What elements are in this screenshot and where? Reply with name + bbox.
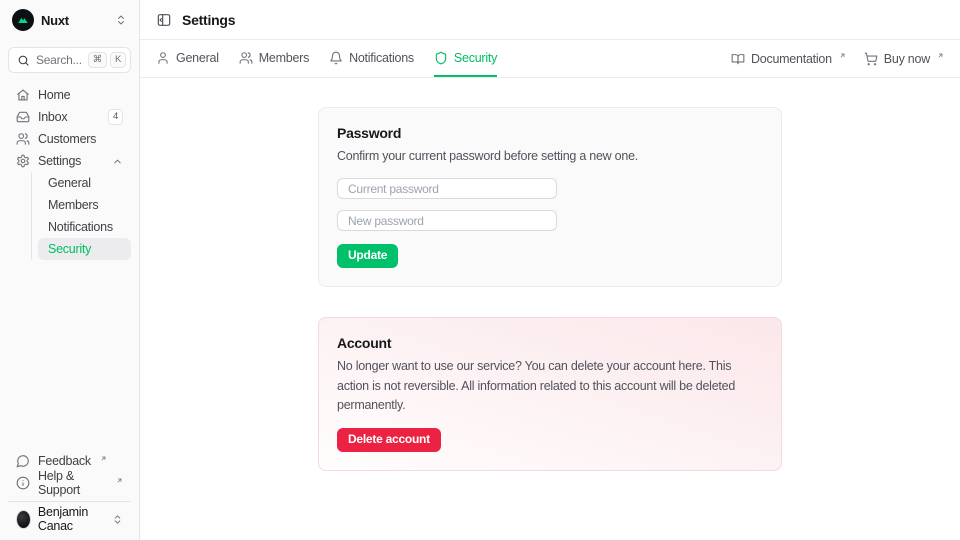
tab-general[interactable]: General (156, 40, 219, 77)
chat-bubble-icon (16, 454, 30, 468)
chevron-up-icon (112, 156, 123, 167)
buy-now-label: Buy now (884, 52, 930, 66)
sidebar-item-label: Notifications (48, 220, 113, 234)
tab-members[interactable]: Members (239, 40, 309, 77)
sidebar: Nuxt Search... ⌘ K Home (0, 0, 140, 540)
workspace-name: Nuxt (41, 13, 69, 28)
header-links: Documentation Buy now (731, 40, 944, 77)
sidebar-item-label: Customers (38, 132, 96, 146)
search-placeholder: Search... (36, 53, 82, 67)
new-password-field[interactable] (337, 210, 557, 231)
search-icon (17, 54, 30, 67)
users-icon (239, 51, 253, 65)
chevrons-up-down-icon (112, 514, 123, 525)
password-card-title: Password (337, 125, 763, 141)
sidebar-item-label: General (48, 176, 91, 190)
sidebar-item-label: Inbox (38, 110, 67, 124)
sidebar-item-notifications[interactable]: Notifications (38, 216, 131, 238)
external-link-icon (116, 477, 123, 484)
app-window: Nuxt Search... ⌘ K Home (0, 0, 960, 540)
sidebar-item-home[interactable]: Home (8, 84, 131, 106)
sidebar-item-label: Security (48, 242, 91, 256)
account-card-description: No longer want to use our service? You c… (337, 357, 763, 415)
book-open-icon (731, 52, 745, 66)
inbox-count-badge: 4 (108, 109, 123, 124)
tab-label: Notifications (349, 51, 414, 65)
bell-icon (329, 51, 343, 65)
user-name: Benjamin Canac (38, 505, 105, 533)
account-card: Account No longer want to use our servic… (318, 317, 782, 471)
page-header: Settings (140, 0, 960, 40)
customers-icon (16, 132, 30, 146)
sidebar-nav: Home Inbox 4 Customers Settings (0, 84, 139, 260)
settings-security-content: Password Confirm your current password b… (140, 78, 960, 540)
documentation-label: Documentation (751, 52, 832, 66)
sidebar-item-label: Home (38, 88, 70, 102)
sidebar-item-settings[interactable]: Settings (8, 150, 131, 172)
tab-label: Members (259, 51, 309, 65)
update-password-button[interactable]: Update (337, 244, 398, 268)
home-icon (16, 88, 30, 102)
documentation-link[interactable]: Documentation (731, 52, 846, 66)
delete-account-button[interactable]: Delete account (337, 428, 441, 452)
sidebar-item-general[interactable]: General (38, 172, 131, 194)
main-panel: Settings General Members Notifications (140, 0, 960, 540)
search-input[interactable]: Search... ⌘ K (8, 47, 131, 73)
user-icon (156, 51, 170, 65)
cart-icon (864, 52, 878, 66)
current-password-field[interactable] (337, 178, 557, 199)
settings-tabbar: General Members Notifications Security (140, 40, 960, 78)
sidebar-footer: Feedback Help & Support Benjamin Canac (0, 450, 139, 540)
avatar (16, 510, 31, 529)
kbd-meta: ⌘ (88, 52, 107, 67)
buy-now-link[interactable]: Buy now (864, 52, 944, 66)
chevrons-up-down-icon (115, 14, 127, 26)
help-support-link[interactable]: Help & Support (8, 472, 131, 494)
tab-label: Security (454, 51, 497, 65)
external-link-icon (839, 52, 846, 59)
password-card-description: Confirm your current password before set… (337, 147, 763, 166)
gear-icon (16, 154, 30, 168)
panel-left-icon[interactable] (156, 12, 172, 28)
feedback-label: Feedback (38, 454, 91, 468)
inbox-icon (16, 110, 30, 124)
external-link-icon (100, 455, 107, 462)
sidebar-item-label: Members (48, 198, 98, 212)
info-icon (16, 476, 30, 490)
tab-notifications[interactable]: Notifications (329, 40, 414, 77)
user-menu[interactable]: Benjamin Canac (8, 501, 131, 536)
shield-icon (434, 51, 448, 65)
sidebar-item-label: Settings (38, 154, 81, 168)
nuxt-logo (12, 9, 34, 31)
sidebar-item-customers[interactable]: Customers (8, 128, 131, 150)
tab-security[interactable]: Security (434, 40, 497, 77)
search-shortcut: ⌘ K (88, 52, 126, 67)
sidebar-item-members[interactable]: Members (38, 194, 131, 216)
kbd-k: K (110, 52, 126, 67)
tab-label: General (176, 51, 219, 65)
password-card: Password Confirm your current password b… (318, 107, 782, 287)
sidebar-item-inbox[interactable]: Inbox 4 (8, 106, 131, 128)
settings-submenu: General Members Notifications Security (31, 172, 131, 260)
page-title: Settings (182, 12, 235, 28)
sidebar-item-security[interactable]: Security (38, 238, 131, 260)
sidebar-spacer (0, 260, 139, 450)
account-card-title: Account (337, 335, 763, 351)
help-support-label: Help & Support (38, 469, 107, 497)
workspace-switcher[interactable]: Nuxt (0, 0, 139, 40)
external-link-icon (937, 52, 944, 59)
